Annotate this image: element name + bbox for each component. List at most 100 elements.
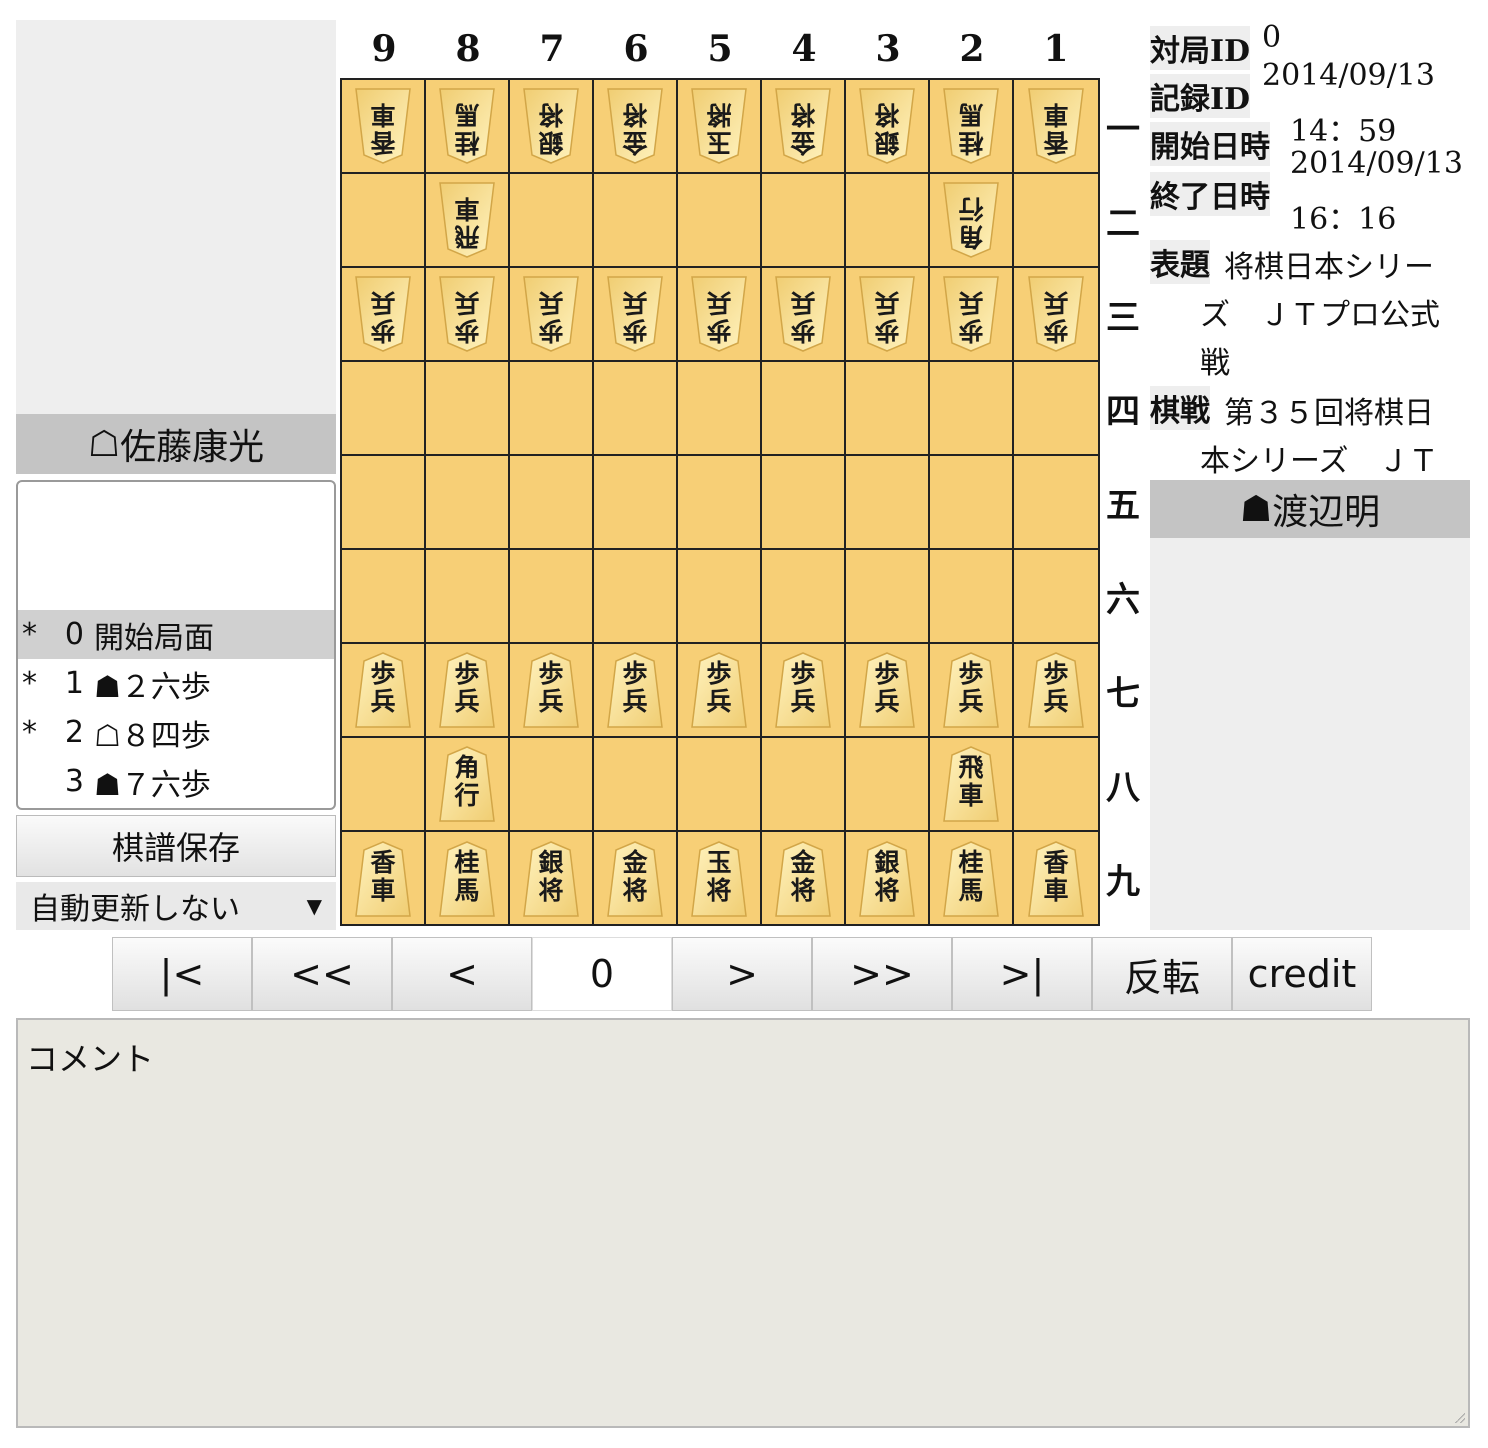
- gote-piece[interactable]: 金将: [774, 87, 832, 165]
- board-cell[interactable]: 歩兵: [426, 644, 510, 738]
- sente-piece[interactable]: 歩兵: [942, 651, 1000, 729]
- board-cell[interactable]: 香車: [1014, 80, 1098, 174]
- board-cell[interactable]: 歩兵: [846, 644, 930, 738]
- board-cell[interactable]: 角行: [426, 738, 510, 832]
- board-cell[interactable]: 歩兵: [930, 268, 1014, 362]
- board-cell[interactable]: [1014, 738, 1098, 832]
- board-cell[interactable]: [594, 362, 678, 456]
- gote-piece[interactable]: 香車: [354, 87, 412, 165]
- gote-piece[interactable]: 歩兵: [774, 275, 832, 353]
- kifu-row[interactable]: * 1 ☗２六歩: [18, 659, 334, 708]
- board-cell[interactable]: [594, 738, 678, 832]
- back-button[interactable]: <: [392, 937, 532, 1011]
- board-cell[interactable]: [510, 738, 594, 832]
- sente-piece[interactable]: 桂馬: [942, 840, 1000, 918]
- board-cell[interactable]: 飛車: [930, 738, 1014, 832]
- board-cell[interactable]: 桂馬: [930, 80, 1014, 174]
- auto-update-select[interactable]: 自動更新しない ▼: [16, 882, 336, 930]
- sente-piece[interactable]: 銀将: [522, 840, 580, 918]
- board-cell[interactable]: 歩兵: [342, 644, 426, 738]
- board-cell[interactable]: 香車: [1014, 832, 1098, 926]
- board-cell[interactable]: 歩兵: [930, 644, 1014, 738]
- board-cell[interactable]: [846, 738, 930, 832]
- board-cell[interactable]: [846, 362, 930, 456]
- board-cell[interactable]: 桂馬: [426, 80, 510, 174]
- sente-piece[interactable]: 歩兵: [1027, 651, 1085, 729]
- forward-button[interactable]: >: [672, 937, 812, 1011]
- shogi-board[interactable]: 香車桂馬銀将金将玉將金将銀将桂馬香車飛車角行歩兵歩兵歩兵歩兵歩兵歩兵歩兵歩兵歩兵…: [340, 78, 1100, 926]
- board-cell[interactable]: [762, 738, 846, 832]
- board-cell[interactable]: [1014, 174, 1098, 268]
- sente-piece[interactable]: 桂馬: [438, 840, 496, 918]
- sente-piece[interactable]: 角行: [438, 745, 496, 823]
- board-cell[interactable]: 角行: [930, 174, 1014, 268]
- board-cell[interactable]: [1014, 362, 1098, 456]
- board-cell[interactable]: 桂馬: [426, 832, 510, 926]
- board-cell[interactable]: [930, 362, 1014, 456]
- board-cell[interactable]: [846, 550, 930, 644]
- comment-textarea[interactable]: コメント: [16, 1018, 1470, 1428]
- board-cell[interactable]: 歩兵: [1014, 644, 1098, 738]
- board-cell[interactable]: [1014, 550, 1098, 644]
- board-cell[interactable]: 歩兵: [510, 644, 594, 738]
- board-cell[interactable]: [678, 738, 762, 832]
- board-cell[interactable]: [762, 174, 846, 268]
- board-cell[interactable]: [342, 738, 426, 832]
- move-number-display[interactable]: 0: [532, 937, 672, 1011]
- board-cell[interactable]: [678, 174, 762, 268]
- board-cell[interactable]: 歩兵: [846, 268, 930, 362]
- gote-piece[interactable]: 香車: [1027, 87, 1085, 165]
- board-cell[interactable]: [678, 362, 762, 456]
- gote-piece[interactable]: 銀将: [522, 87, 580, 165]
- board-cell[interactable]: 歩兵: [678, 644, 762, 738]
- sente-piece[interactable]: 歩兵: [858, 651, 916, 729]
- gote-piece[interactable]: 歩兵: [354, 275, 412, 353]
- board-cell[interactable]: 飛車: [426, 174, 510, 268]
- board-cell[interactable]: [846, 174, 930, 268]
- board-cell[interactable]: 銀将: [846, 80, 930, 174]
- board-cell[interactable]: [762, 362, 846, 456]
- save-kifu-button[interactable]: 棋譜保存: [16, 815, 336, 877]
- board-cell[interactable]: [342, 550, 426, 644]
- board-cell[interactable]: 玉將: [678, 80, 762, 174]
- gote-piece[interactable]: 歩兵: [1027, 275, 1085, 353]
- credit-button[interactable]: credit: [1232, 937, 1372, 1011]
- flip-board-button[interactable]: 反転: [1092, 937, 1232, 1011]
- board-cell[interactable]: [678, 456, 762, 550]
- board-cell[interactable]: [510, 174, 594, 268]
- board-cell[interactable]: 歩兵: [1014, 268, 1098, 362]
- board-cell[interactable]: [510, 550, 594, 644]
- sente-piece[interactable]: 歩兵: [606, 651, 664, 729]
- board-cell[interactable]: [594, 456, 678, 550]
- board-cell[interactable]: [846, 456, 930, 550]
- sente-piece[interactable]: 玉将: [690, 840, 748, 918]
- board-cell[interactable]: [426, 456, 510, 550]
- sente-piece[interactable]: 金将: [774, 840, 832, 918]
- gote-piece[interactable]: 飛車: [438, 181, 496, 259]
- kifu-move-list[interactable]: * 0 開始局面 * 1 ☗２六歩 * 2 ☖８四歩 3 ☗７六歩: [16, 480, 336, 810]
- sente-piece[interactable]: 歩兵: [354, 651, 412, 729]
- gote-piece[interactable]: 歩兵: [858, 275, 916, 353]
- gote-piece[interactable]: 銀将: [858, 87, 916, 165]
- gote-piece[interactable]: 歩兵: [942, 275, 1000, 353]
- board-cell[interactable]: 金将: [762, 80, 846, 174]
- gote-piece[interactable]: 歩兵: [690, 275, 748, 353]
- board-cell[interactable]: 金将: [594, 80, 678, 174]
- first-move-button[interactable]: |<: [112, 937, 252, 1011]
- board-cell[interactable]: 歩兵: [678, 268, 762, 362]
- board-cell[interactable]: [342, 362, 426, 456]
- board-cell[interactable]: [426, 362, 510, 456]
- board-cell[interactable]: [594, 550, 678, 644]
- last-move-button[interactable]: >|: [952, 937, 1092, 1011]
- sente-piece[interactable]: 銀将: [858, 840, 916, 918]
- sente-piece[interactable]: 歩兵: [690, 651, 748, 729]
- board-cell[interactable]: 玉将: [678, 832, 762, 926]
- board-cell[interactable]: 歩兵: [342, 268, 426, 362]
- board-cell[interactable]: [342, 456, 426, 550]
- board-cell[interactable]: 金将: [594, 832, 678, 926]
- board-cell[interactable]: 金将: [762, 832, 846, 926]
- board-cell[interactable]: [342, 174, 426, 268]
- board-cell[interactable]: [594, 174, 678, 268]
- back-10-button[interactable]: <<: [252, 937, 392, 1011]
- gote-piece[interactable]: 金将: [606, 87, 664, 165]
